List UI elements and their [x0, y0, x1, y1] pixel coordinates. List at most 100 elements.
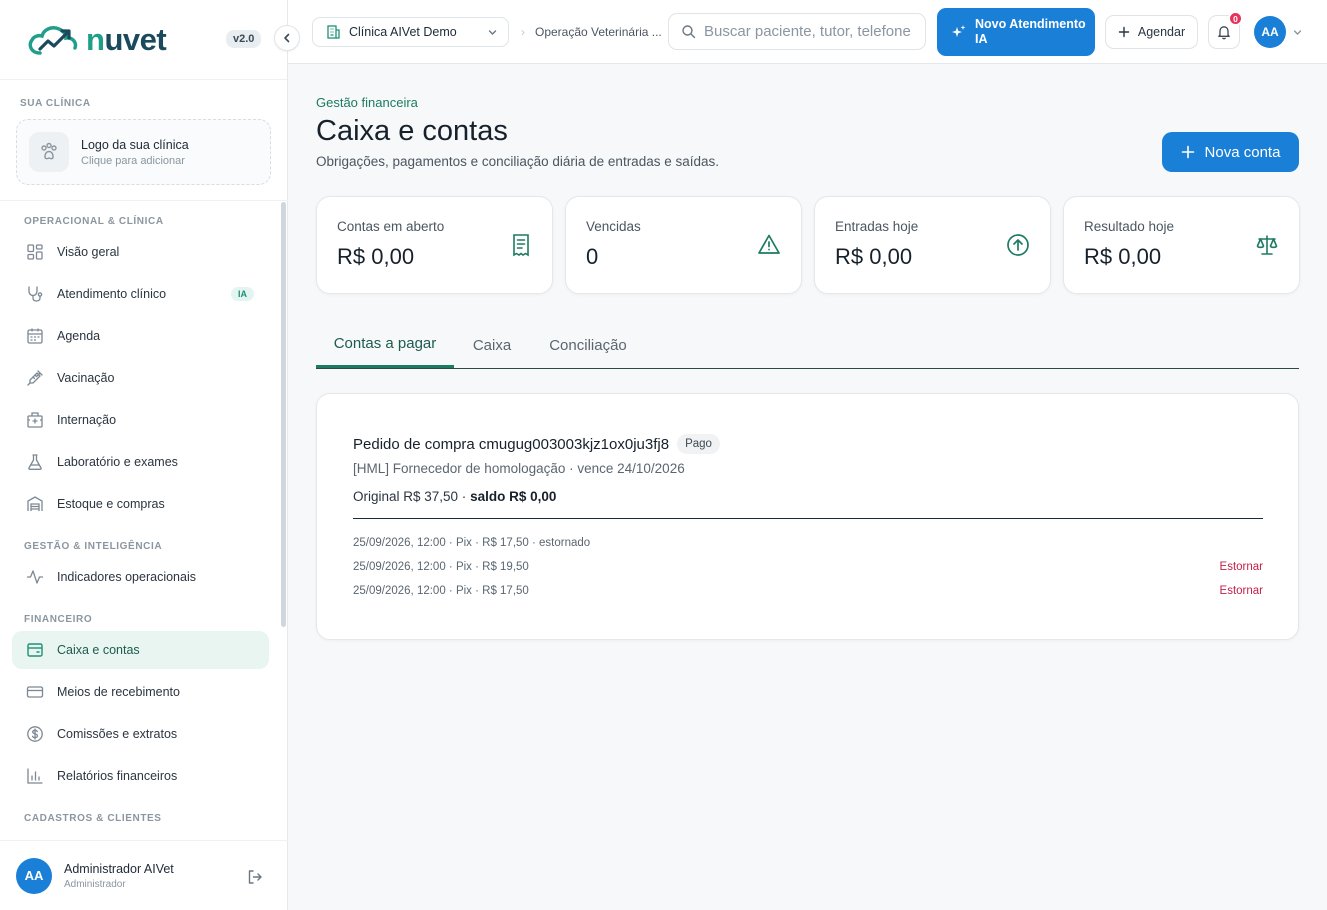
nav-group-cadastros: CADASTROS & CLIENTES — [24, 813, 162, 824]
sidebar-item-label: Relatórios financeiros — [57, 769, 178, 783]
payment-row: 25/09/2026, 12:00 · Pix · R$ 17,50 · est… — [353, 537, 1263, 549]
sidebar-item-vacinacao[interactable]: Vacinação — [12, 359, 269, 397]
search-icon — [682, 25, 696, 39]
scale-icon — [1256, 235, 1278, 255]
notification-count-badge: 0 — [1228, 11, 1243, 26]
breadcrumb: › Operação Veterinária ... — [521, 25, 662, 39]
stat-label: Contas em aberto — [337, 219, 445, 234]
tabs: Contas a pagar Caixa Conciliação — [316, 322, 1299, 369]
schedule-button-label: Agendar — [1137, 25, 1186, 39]
new-account-button[interactable]: Nova conta — [1162, 132, 1299, 172]
tab-caixa[interactable]: Caixa — [462, 322, 522, 368]
chevron-down-icon — [488, 29, 497, 35]
schedule-button[interactable]: Agendar — [1105, 15, 1198, 49]
payment-text: 25/09/2026, 12:00 · Pix · R$ 19,50 — [353, 561, 529, 573]
plus-icon — [1118, 26, 1130, 38]
search-input[interactable] — [704, 23, 924, 40]
credit-card-icon — [25, 682, 45, 702]
payment-text: 25/09/2026, 12:00 · Pix · R$ 17,50 — [353, 585, 529, 597]
sidebar-item-label: Laboratório e exames — [57, 455, 178, 469]
payment-text: 25/09/2026, 12:00 · Pix · R$ 17,50 · est… — [353, 537, 591, 549]
user-menu-avatar[interactable]: AA — [1254, 16, 1286, 48]
clinic-selector[interactable]: Clínica AIVet Demo — [312, 17, 509, 47]
order-original: Original R$ 37,50 · — [353, 489, 467, 504]
order-title: Pedido de compra cmugug003003kjz1ox0ju3f… — [353, 434, 720, 454]
clinic-card-title: Logo da sua clínica — [81, 137, 189, 152]
order-amounts: Original R$ 37,50 · saldo R$ 0,00 — [353, 489, 556, 504]
breadcrumb-item[interactable]: Operação Veterinária ... — [535, 25, 662, 39]
order-name[interactable]: Pedido de compra cmugug003003kjz1ox0ju3f… — [353, 436, 669, 453]
plus-icon — [1181, 145, 1194, 159]
user-role: Administrador — [64, 878, 126, 890]
sidebar-item-label: Agenda — [57, 329, 101, 343]
sidebar-item-laboratorio[interactable]: Laboratório e exames — [12, 443, 269, 481]
search-box — [668, 13, 926, 50]
sidebar: nuvet v2.0 SUA CLÍNICA Logo da sua clíni… — [0, 0, 300, 910]
flask-icon — [25, 452, 45, 472]
page-eyebrow: Gestão financeira — [316, 95, 418, 110]
stethoscope-icon — [25, 284, 45, 304]
sidebar-item-label: Comissões e extratos — [57, 727, 178, 741]
tab-contas-a-pagar[interactable]: Contas a pagar — [316, 322, 454, 368]
sidebar-item-comissoes[interactable]: Comissões e extratos — [12, 715, 269, 753]
grid-icon — [25, 242, 45, 262]
payment-row: 25/09/2026, 12:00 · Pix · R$ 17,50 Estor… — [353, 585, 1263, 597]
reverse-payment-link[interactable]: Estornar — [1220, 561, 1263, 573]
new-account-label: Nova conta — [1204, 143, 1281, 161]
sidebar-item-agenda[interactable]: Agenda — [12, 317, 269, 355]
sidebar-item-atendimento-clinico[interactable]: Atendimento clínico IA — [12, 275, 269, 313]
reverse-payment-link[interactable]: Estornar — [1220, 585, 1263, 597]
nuvet-logo[interactable]: nuvet — [26, 21, 167, 58]
ia-badge: IA — [231, 287, 254, 301]
clinic-logo-upload[interactable]: Logo da sua clínica Clique para adiciona… — [16, 119, 271, 185]
warehouse-icon — [25, 494, 45, 514]
sidebar-item-meios-de-recebimento[interactable]: Meios de recebimento — [12, 673, 269, 711]
stat-label: Entradas hoje — [835, 219, 919, 234]
logout-button[interactable] — [246, 868, 264, 886]
tab-conciliacao[interactable]: Conciliação — [538, 322, 638, 368]
sidebar-item-label: Atendimento clínico — [57, 287, 167, 301]
stat-label: Vencidas — [586, 219, 641, 234]
logout-icon — [248, 870, 262, 884]
sidebar-item-label: Estoque e compras — [57, 497, 165, 511]
wallet-icon — [25, 640, 45, 660]
sidebar-divider — [0, 200, 288, 201]
avatar[interactable]: AA — [16, 857, 52, 894]
paw-icon — [29, 132, 69, 172]
cloud-chart-icon — [28, 25, 78, 55]
sidebar-item-label: Indicadores operacionais — [57, 570, 196, 584]
sidebar-item-estoque[interactable]: Estoque e compras — [12, 485, 269, 523]
calendar-icon — [25, 326, 45, 346]
order-supplier-due: [HML] Fornecedor de homologação · vence … — [353, 461, 685, 476]
activity-icon — [25, 567, 45, 587]
stat-value: R$ 0,00 — [1084, 244, 1162, 269]
warning-icon — [758, 234, 780, 254]
receipt-icon — [513, 234, 529, 257]
clinic-card-subtitle: Clique para adicionar — [81, 154, 185, 167]
bar-chart-icon — [25, 766, 45, 786]
stat-value: R$ 0,00 — [835, 244, 913, 269]
arrow-up-circle-icon — [1007, 234, 1029, 256]
brand-name: nuvet — [86, 21, 167, 57]
chevron-down-icon[interactable] — [1292, 27, 1303, 38]
sidebar-item-indicadores[interactable]: Indicadores operacionais — [12, 558, 269, 596]
new-ai-attendance-button[interactable]: Novo Atendimento IA — [937, 8, 1095, 56]
breadcrumb-separator-icon: › — [521, 25, 525, 39]
sidebar-item-internacao[interactable]: Internação — [12, 401, 269, 439]
sidebar-scrollbar[interactable] — [281, 202, 286, 627]
status-badge: Pago — [677, 434, 720, 454]
brand-header: nuvet v2.0 — [0, 0, 287, 80]
sidebar-item-caixa-e-contas[interactable]: Caixa e contas — [12, 631, 269, 669]
stat-label: Resultado hoje — [1084, 219, 1175, 234]
card-divider — [353, 518, 1263, 519]
sidebar-item-visao-geral[interactable]: Visão geral — [12, 233, 269, 271]
clinic-selector-value: Clínica AIVet Demo — [349, 25, 457, 39]
sidebar-item-label: Caixa e contas — [57, 643, 140, 657]
nav-group-gestao: GESTÃO & INTELIGÊNCIA — [24, 541, 163, 552]
syringe-icon — [25, 368, 45, 388]
sidebar-item-relatorios[interactable]: Relatórios financeiros — [12, 757, 269, 795]
sidebar-item-label: Visão geral — [57, 245, 120, 259]
collapse-sidebar-button[interactable] — [274, 25, 300, 51]
user-footer: AA Administrador AIVet Administrador — [0, 840, 288, 910]
new-ai-attendance-label: Novo Atendimento IA — [975, 17, 1086, 46]
